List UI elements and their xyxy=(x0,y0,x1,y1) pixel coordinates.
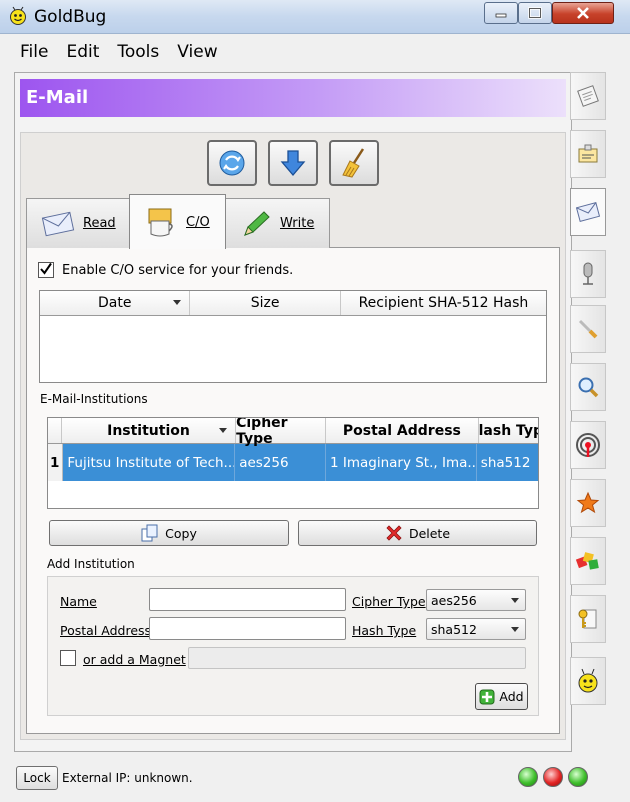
column-recipient-hash[interactable]: Recipient SHA-512 Hash xyxy=(341,291,546,315)
sidebar-item-listeners[interactable] xyxy=(570,130,606,178)
cell-institution: Fujitsu Institute of Tech... xyxy=(63,444,236,481)
tab-read[interactable]: Read xyxy=(26,198,130,248)
postal-address-label: Postal Address xyxy=(60,623,152,638)
sidebar-item-favorites[interactable] xyxy=(570,479,606,527)
pencil-icon xyxy=(244,210,270,236)
chevron-down-icon xyxy=(511,598,519,603)
cell-cipher-type: aes256 xyxy=(235,444,326,481)
sidebar-item-email[interactable] xyxy=(570,188,606,236)
column-hash-type[interactable]: lash Typ xyxy=(479,418,538,443)
add-button[interactable]: Add xyxy=(475,683,528,710)
envelope-icon xyxy=(41,211,75,236)
sidebar-item-chat[interactable] xyxy=(570,72,606,120)
microphone-icon xyxy=(583,262,593,285)
sort-arrow-icon xyxy=(219,428,228,433)
minimize-button[interactable] xyxy=(484,2,518,24)
hash-type-select[interactable]: sha512 xyxy=(426,618,526,640)
enable-co-checkbox[interactable] xyxy=(38,262,54,278)
sidebar-item-buzz[interactable] xyxy=(570,537,606,585)
column-size[interactable]: Size xyxy=(190,291,341,315)
id-card-icon xyxy=(578,144,598,163)
add-institution-label: Add Institution xyxy=(47,557,135,571)
enable-co-label: Enable C/O service for your friends. xyxy=(62,262,294,278)
sidebar-item-keys[interactable] xyxy=(570,595,606,643)
hash-type-label: Hash Type xyxy=(352,623,417,638)
menu-edit[interactable]: Edit xyxy=(66,42,99,62)
name-input[interactable] xyxy=(149,588,346,611)
refresh-button[interactable] xyxy=(207,140,257,186)
lock-button[interactable]: Lock xyxy=(16,766,58,790)
sort-arrow-icon xyxy=(173,300,182,305)
menu-file[interactable]: File xyxy=(20,42,48,62)
status-led-red xyxy=(543,767,563,787)
cipher-type-label: Cipher Type xyxy=(352,594,426,609)
tab-write-label: Write xyxy=(280,216,315,231)
cell-hash-type: sha512 xyxy=(476,444,538,481)
institutions-table[interactable]: Institution Cipher Type Postal Address l… xyxy=(47,417,539,509)
external-ip-status: External IP: unknown. xyxy=(62,771,193,785)
checkmark-icon xyxy=(40,262,52,275)
column-postal-address[interactable]: Postal Address xyxy=(326,418,479,443)
postal-address-input[interactable] xyxy=(149,617,346,640)
page-title: E-Mail xyxy=(20,79,566,117)
co-table[interactable]: Date Size Recipient SHA-512 Hash xyxy=(39,290,547,383)
antenna-icon xyxy=(576,433,600,457)
notepad-icon xyxy=(577,85,599,107)
goldbug-icon xyxy=(578,668,598,693)
plus-icon xyxy=(479,689,495,704)
tab-write[interactable]: Write xyxy=(225,198,330,248)
menu-view[interactable]: View xyxy=(177,42,217,62)
magnet-input xyxy=(188,647,526,669)
institutions-table-header: Institution Cipher Type Postal Address l… xyxy=(48,418,538,447)
delete-x-icon xyxy=(386,525,402,541)
close-button[interactable] xyxy=(552,2,614,24)
table-row[interactable]: 1 Fujitsu Institute of Tech... aes256 1 … xyxy=(48,444,538,481)
screwdriver-icon xyxy=(578,319,598,339)
download-button[interactable] xyxy=(268,140,318,186)
colored-cubes-icon xyxy=(575,552,599,570)
delete-button[interactable]: Delete xyxy=(298,520,537,546)
key-icon xyxy=(578,609,597,629)
sidebar-item-microphone[interactable] xyxy=(570,250,606,298)
window-title: GoldBug xyxy=(34,7,107,27)
close-icon xyxy=(577,7,589,19)
search-icon xyxy=(578,377,599,398)
copy-icon xyxy=(141,524,158,542)
sidebar-item-goldbug[interactable] xyxy=(570,657,606,705)
tab-co-label: C/O xyxy=(186,214,210,230)
tab-read-label: Read xyxy=(83,216,116,231)
column-institution[interactable]: Institution xyxy=(62,418,237,443)
column-date[interactable]: Date xyxy=(40,291,191,315)
cipher-type-select[interactable]: aes256 xyxy=(426,589,526,611)
sidebar-item-tools[interactable] xyxy=(570,305,606,353)
enable-co-row: Enable C/O service for your friends. xyxy=(38,262,293,278)
magnet-label: or add a Magnet xyxy=(83,652,186,667)
refresh-icon xyxy=(219,150,245,176)
menu-bar: File Edit Tools View xyxy=(10,36,620,68)
name-label: Name xyxy=(60,594,97,609)
co-table-header: Date Size Recipient SHA-512 Hash xyxy=(40,291,546,316)
star-icon xyxy=(576,491,600,514)
status-led-green xyxy=(568,767,588,787)
column-cipher-type[interactable]: Cipher Type xyxy=(236,418,327,447)
goldbug-app-icon xyxy=(8,6,28,26)
row-number: 1 xyxy=(48,444,64,481)
coffee-cup-icon xyxy=(148,208,173,237)
maximize-button[interactable] xyxy=(518,2,552,24)
sidebar-item-broadcast[interactable] xyxy=(570,421,606,469)
cell-postal-address: 1 Imaginary St., Ima... xyxy=(325,444,477,481)
menu-tools[interactable]: Tools xyxy=(117,42,159,62)
tab-co[interactable]: C/O xyxy=(129,194,226,249)
download-arrow-icon xyxy=(280,150,306,177)
envelope-icon xyxy=(575,202,601,222)
status-led-green xyxy=(518,767,538,787)
clear-button[interactable] xyxy=(329,140,379,186)
chevron-down-icon xyxy=(511,627,519,632)
email-institutions-label: E-Mail-Institutions xyxy=(40,392,148,406)
magnet-checkbox[interactable] xyxy=(60,650,76,666)
broom-icon xyxy=(342,148,365,178)
sidebar-item-search[interactable] xyxy=(570,363,606,411)
copy-button[interactable]: Copy xyxy=(49,520,289,546)
